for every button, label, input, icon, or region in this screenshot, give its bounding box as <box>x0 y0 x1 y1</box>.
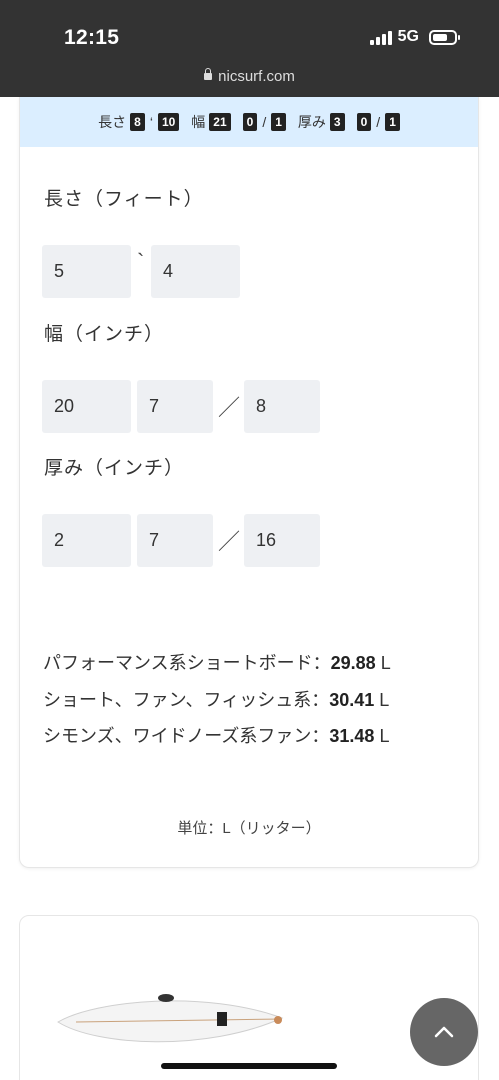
unit-note: 単位：L（リッター） <box>177 820 321 837</box>
status-icons: 5G <box>369 28 460 46</box>
summary-thickness-den: 1 <box>385 113 400 131</box>
result-value: 31.48 <box>329 726 375 746</box>
thickness-whole-input[interactable]: 2 <box>42 514 131 567</box>
length-inches-input[interactable]: 4 <box>151 245 240 298</box>
summary-thickness-label: 厚み <box>297 114 326 130</box>
width-slash: ／ <box>218 395 241 420</box>
result-fun-fish: ショート、ファン、フィッシュ系：30.41 L <box>43 686 389 712</box>
result-value: 29.88 <box>330 653 376 673</box>
thickness-numerator-input[interactable]: 7 <box>137 514 213 567</box>
length-separator: ` <box>137 249 145 274</box>
clock: 12:15 <box>64 26 120 49</box>
summary-width-label: 幅 <box>191 114 206 130</box>
summary-thickness-num: 0 <box>356 113 372 131</box>
result-simmons-widenose: シモンズ、ワイドノーズ系ファン：31.48 L <box>43 722 389 748</box>
summary-width-in: 21 <box>209 113 231 131</box>
summary-width-num: 0 <box>242 113 258 131</box>
width-label: 幅（インチ） <box>44 324 165 345</box>
thickness-denominator-input[interactable]: 16 <box>244 514 320 567</box>
chevron-up-icon <box>434 1026 454 1038</box>
result-unit: L <box>374 690 390 710</box>
result-value: 30.41 <box>329 690 375 710</box>
result-label: パフォーマンス系ショートボード： <box>43 653 331 673</box>
summary-thickness-slash: / <box>376 114 381 130</box>
summary-thickness-in: 3 <box>329 113 345 131</box>
summary-width-slash: / <box>262 114 267 130</box>
url-text: nicsurf.com <box>218 68 295 85</box>
signal-icon <box>369 30 392 45</box>
summary-length-in: 10 <box>157 113 180 131</box>
dimension-summary: 長さ 8 ‘ 10 幅 21 0 / 1 厚み 3 0 / 1 <box>20 97 478 147</box>
scroll-top-button[interactable] <box>410 998 478 1066</box>
network-type: 5G <box>397 28 419 45</box>
length-feet-input[interactable]: 5 <box>42 245 131 298</box>
thickness-label: 厚み（インチ） <box>44 458 185 479</box>
battery-icon <box>429 29 460 45</box>
width-whole-input[interactable]: 20 <box>42 380 131 433</box>
summary-length-sep: ‘ <box>149 114 153 130</box>
address-bar[interactable]: nicsurf.com <box>0 68 499 85</box>
lock-icon <box>204 68 213 80</box>
summary-length-label: 長さ <box>98 114 127 130</box>
result-unit: L <box>375 653 391 673</box>
product-card[interactable] <box>19 915 479 1080</box>
surfboard-image <box>57 994 284 1043</box>
status-bar: 12:15 5G nicsurf.com <box>0 0 499 97</box>
result-label: シモンズ、ワイドノーズ系ファン： <box>43 726 330 746</box>
length-label: 長さ（フィート） <box>44 189 204 210</box>
result-performance-short: パフォーマンス系ショートボード：29.88 L <box>43 649 391 675</box>
result-unit: L <box>374 726 390 746</box>
result-label: ショート、ファン、フィッシュ系： <box>43 690 330 710</box>
home-indicator[interactable] <box>161 1063 337 1069</box>
summary-length-ft: 8 <box>130 113 145 131</box>
summary-width-den: 1 <box>271 113 286 131</box>
width-numerator-input[interactable]: 7 <box>137 380 213 433</box>
width-denominator-input[interactable]: 8 <box>244 380 320 433</box>
thickness-slash: ／ <box>218 529 241 554</box>
volume-calculator-card: 長さ 8 ‘ 10 幅 21 0 / 1 厚み 3 0 / 1 長さ（フィート）… <box>19 97 479 868</box>
